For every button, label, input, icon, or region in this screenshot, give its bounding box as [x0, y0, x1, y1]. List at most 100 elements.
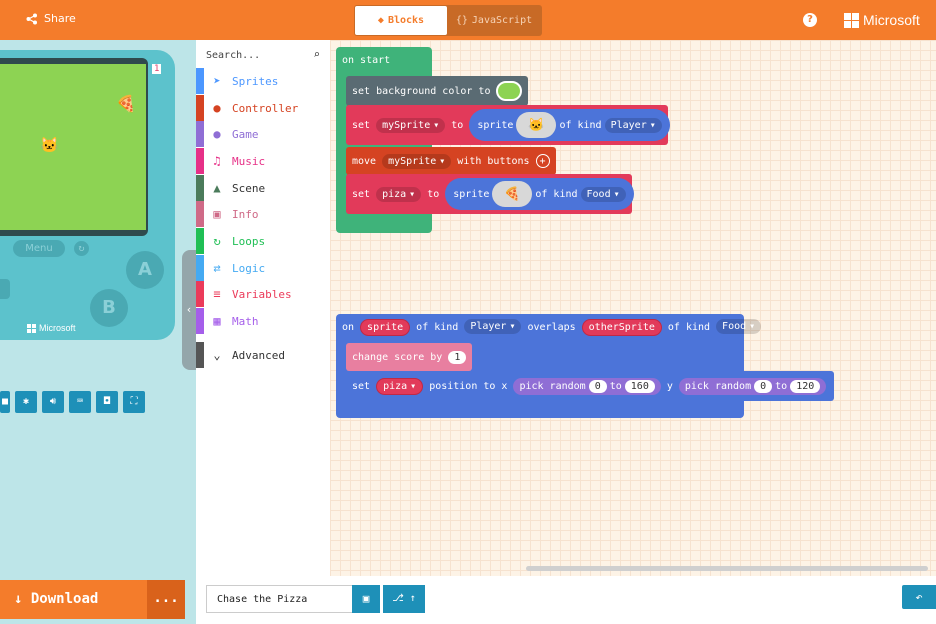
- undo-icon: ↶: [915, 590, 923, 604]
- category-label: Game: [232, 127, 259, 141]
- horizontal-scrollbar[interactable]: [526, 566, 928, 571]
- on-label: on: [342, 322, 355, 333]
- debug-icon[interactable]: ✱: [15, 391, 37, 413]
- puzzle-icon: ◆: [377, 15, 384, 26]
- pizza-image-icon[interactable]: 🍕: [492, 181, 533, 207]
- category-logic[interactable]: ⇄ Logic: [196, 255, 330, 281]
- pick-random-y-block[interactable]: pick random 0 to 120: [678, 377, 827, 395]
- mysprite-label: mySprite: [382, 119, 431, 131]
- undo-button[interactable]: ↶: [902, 585, 936, 609]
- kind-label: Player: [470, 321, 507, 332]
- mysprite-dropdown[interactable]: mySprite ▾: [382, 153, 452, 169]
- y-max-input[interactable]: 120: [790, 379, 821, 393]
- kind-label: Food: [722, 321, 747, 332]
- pick-random-label: pick random: [519, 380, 586, 392]
- help-button[interactable]: ?: [803, 13, 817, 27]
- move-with-buttons-block[interactable]: move mySprite ▾ with buttons +: [346, 147, 556, 175]
- list-icon: ≡: [213, 287, 221, 301]
- change-score-block[interactable]: change score by 1: [346, 343, 473, 371]
- microsoft-logo[interactable]: Microsoft: [844, 12, 920, 28]
- piza-dropdown[interactable]: piza ▾: [376, 377, 424, 395]
- score-input[interactable]: 1: [448, 350, 467, 364]
- share-label: Share: [44, 12, 76, 25]
- game-console: 1 🍕 🐱 Menu ↻ A B Microsoft: [0, 50, 175, 340]
- a-button[interactable]: A: [126, 251, 164, 289]
- collapse-simulator-button[interactable]: ‹: [182, 250, 196, 370]
- category-advanced[interactable]: ⌄ Advanced: [196, 342, 330, 368]
- category-music[interactable]: ♫ Music: [196, 148, 330, 174]
- game-screen[interactable]: [0, 64, 146, 230]
- set-label: set: [352, 119, 371, 131]
- b-button[interactable]: B: [90, 289, 128, 327]
- refresh-icon: ↻: [213, 234, 221, 248]
- fullscreen-icon[interactable]: ⛶: [123, 391, 145, 413]
- category-sprites[interactable]: ➤ Sprites: [196, 68, 330, 94]
- download-label: Download: [30, 591, 99, 607]
- blocks-workspace[interactable]: on start set background color to set myS…: [330, 40, 936, 576]
- dpad-button[interactable]: [0, 279, 10, 299]
- category-info[interactable]: ▣ Info: [196, 201, 330, 227]
- kind-player-dropdown[interactable]: Player ▾: [604, 117, 662, 133]
- piza-dropdown[interactable]: piza ▾: [376, 186, 422, 202]
- position-to-x-label: position to x: [429, 380, 508, 392]
- tab-javascript[interactable]: {} JavaScript: [447, 6, 541, 35]
- kind-player-dropdown[interactable]: Player ▾: [464, 319, 522, 334]
- toolbox-search[interactable]: Search... ⌕: [196, 43, 330, 67]
- move-label: move: [352, 155, 377, 167]
- mute-icon[interactable]: 🔊︎: [42, 391, 64, 413]
- plus-icon[interactable]: +: [535, 154, 550, 168]
- of-kind-label: of kind: [535, 188, 578, 200]
- microsoft-grid-icon: [27, 323, 36, 333]
- download-button[interactable]: ↓ Download: [0, 580, 147, 619]
- stop-icon[interactable]: ■: [0, 391, 10, 413]
- of-kind-label: of kind: [667, 322, 711, 333]
- tab-blocks-label: Blocks: [387, 15, 425, 26]
- to-label: to: [609, 380, 622, 392]
- screenshot-icon[interactable]: ◘: [96, 391, 118, 413]
- category-controller[interactable]: ● Controller: [196, 95, 330, 121]
- x-max-input[interactable]: 160: [624, 379, 655, 393]
- set-mysprite-block[interactable]: set mySprite ▾ to sprite 🐱 of kind Player…: [346, 105, 670, 145]
- sprite-of-kind-block[interactable]: sprite 🍕 of kind Food ▾: [445, 178, 634, 210]
- device-brand-label: Microsoft: [39, 323, 76, 333]
- menu-button[interactable]: Menu: [13, 240, 65, 257]
- of-kind-label: of kind: [416, 322, 459, 333]
- y-min-input[interactable]: 0: [754, 379, 773, 393]
- set-position-block[interactable]: set piza ▾ position to x pick random 0 to…: [346, 371, 834, 401]
- cat-image-icon[interactable]: 🐱: [516, 112, 557, 138]
- set-piza-block[interactable]: set piza ▾ to sprite 🍕 of kind Food ▾: [346, 174, 634, 214]
- category-label: Controller: [232, 101, 299, 115]
- mysprite-label: mySprite: [388, 155, 437, 167]
- device-brand: Microsoft: [27, 323, 76, 333]
- restart-icon[interactable]: ↻: [74, 241, 89, 256]
- kind-food-dropdown[interactable]: Food ▾: [716, 319, 762, 334]
- category-variables[interactable]: ≡ Variables: [196, 281, 330, 307]
- more-button[interactable]: ...: [147, 580, 185, 619]
- dropdown-arrow-icon: ▾: [410, 380, 417, 392]
- microsoft-label: Microsoft: [863, 12, 920, 28]
- kind-food-dropdown[interactable]: Food ▾: [580, 186, 626, 202]
- sprite-of-kind-block[interactable]: sprite 🐱 of kind Player ▾: [469, 109, 670, 141]
- category-game[interactable]: ● Game: [196, 121, 330, 147]
- sprite-label: sprite: [477, 119, 514, 131]
- headphones-icon: ♫: [213, 154, 221, 168]
- x-min-input[interactable]: 0: [588, 379, 607, 393]
- project-name-input[interactable]: Chase the Pizza: [206, 585, 352, 613]
- pick-random-x-block[interactable]: pick random 0 to 160: [513, 377, 661, 395]
- color-swatch[interactable]: [496, 81, 523, 101]
- category-loops[interactable]: ↻ Loops: [196, 228, 330, 254]
- sprite-variable[interactable]: sprite: [360, 319, 411, 336]
- search-input[interactable]: Search...: [206, 50, 260, 61]
- save-button[interactable]: ▣: [352, 585, 380, 613]
- tab-blocks[interactable]: ◆ Blocks: [355, 6, 447, 35]
- other-sprite-variable[interactable]: otherSprite: [581, 319, 662, 336]
- simulator-panel: 1 🍕 🐱 Menu ↻ A B Microsoft ■ ✱ 🔊︎ ⌨ ◘ ⛶: [0, 40, 196, 624]
- search-icon[interactable]: ⌕: [313, 48, 320, 61]
- share-button[interactable]: Share: [26, 12, 76, 25]
- category-math[interactable]: ▦ Math: [196, 308, 330, 334]
- github-button[interactable]: ⎇ ↑: [383, 585, 425, 613]
- keyboard-icon[interactable]: ⌨: [69, 391, 91, 413]
- mysprite-dropdown[interactable]: mySprite ▾: [376, 117, 446, 133]
- set-background-block[interactable]: set background color to: [346, 76, 529, 106]
- category-scene[interactable]: ▲ Scene: [196, 175, 330, 201]
